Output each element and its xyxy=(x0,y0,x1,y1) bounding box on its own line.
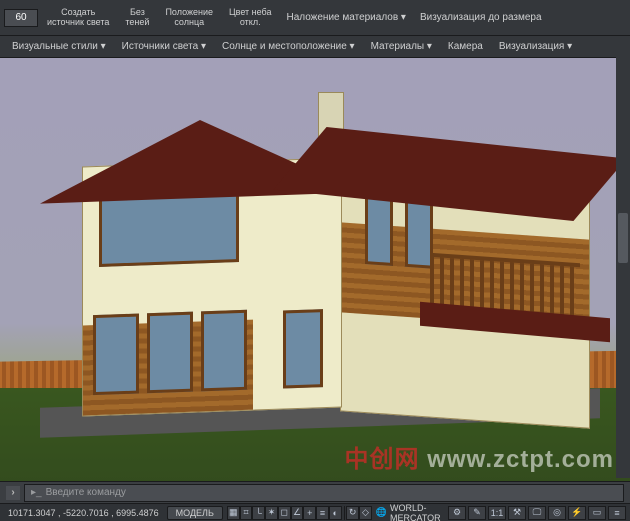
command-placeholder: Введите команду xyxy=(46,487,126,498)
sky-color-button[interactable]: Цвет неба откл. xyxy=(222,5,279,31)
track-icon[interactable]: ∠ xyxy=(291,506,304,520)
materials-group[interactable]: Материалы ▾ xyxy=(365,39,438,54)
3dosnap-icon[interactable]: ◇ xyxy=(359,506,372,520)
monitor-icon[interactable]: 🖵 xyxy=(528,506,546,520)
clean-icon[interactable]: ▭ xyxy=(588,506,606,520)
create-light-button[interactable]: Создать источник света xyxy=(40,5,116,31)
label: Визуализация до размера xyxy=(420,12,542,23)
camera-group[interactable]: Камера xyxy=(442,39,489,54)
label: Наложение материалов ▾ xyxy=(287,12,406,23)
btn-line2: откл. xyxy=(240,18,261,28)
osnap-icon[interactable]: ◻ xyxy=(278,506,291,520)
btn-line2: источник света xyxy=(47,18,109,28)
space-toggle[interactable]: МОДЕЛЬ xyxy=(167,506,223,520)
viewport-3d[interactable]: 中创网 www.zctpt.com xyxy=(0,58,630,500)
sun-position-button[interactable]: Положение солнца xyxy=(158,5,220,31)
ribbon-top: 60 Создать источник света Без теней Поло… xyxy=(0,0,630,36)
anno-icon[interactable]: ✎ xyxy=(468,506,486,520)
polar-icon[interactable]: ✶ xyxy=(265,506,278,520)
command-input[interactable]: ▸_ Введите команду xyxy=(24,484,624,502)
btn-line2: солнца xyxy=(174,18,204,28)
coord-system-label[interactable]: WORLD-MERCATOR xyxy=(390,503,444,521)
render-size-dropdown[interactable]: Визуализация до размера xyxy=(414,10,548,25)
ann-scale-icon[interactable]: ⚙ xyxy=(448,506,466,520)
light-sources-group[interactable]: Источники света ▾ xyxy=(116,39,212,54)
shadows-button[interactable]: Без теней xyxy=(118,5,156,31)
scale-label[interactable]: 1:1 xyxy=(488,506,506,520)
sun-location-group[interactable]: Солнце и местоположение ▾ xyxy=(216,39,361,54)
ortho-icon[interactable]: └ xyxy=(252,506,265,520)
globe-icon: 🌐 xyxy=(376,507,387,518)
isolate-icon[interactable]: ◎ xyxy=(548,506,566,520)
status-bar: 10171.3047 , -5220.7016 , 6995.4876 МОДЕ… xyxy=(0,503,630,521)
transparency-icon[interactable]: ◐ xyxy=(329,506,342,520)
hw-accel-icon[interactable]: ⚡ xyxy=(568,506,586,520)
materials-overlay-dropdown[interactable]: Наложение материалов ▾ xyxy=(281,10,412,25)
ribbon-panel-labels: Визуальные стили ▾ Источники света ▾ Сол… xyxy=(0,36,630,58)
dyn-icon[interactable]: + xyxy=(303,506,316,520)
coordinate-readout: 10171.3047 , -5220.7016 , 6995.4876 xyxy=(0,508,167,518)
custom-icon[interactable]: ≡ xyxy=(608,506,626,520)
grid-icon[interactable]: ▦ xyxy=(227,506,240,520)
prompt-icon: ▸_ xyxy=(31,487,42,498)
command-history-button[interactable]: › xyxy=(6,486,20,500)
command-bar: › ▸_ Введите команду xyxy=(0,481,630,503)
snap-icon[interactable]: ⌗ xyxy=(240,506,253,520)
visualization-group[interactable]: Визуализация ▾ xyxy=(493,39,578,54)
visual-styles-group[interactable]: Визуальные стили ▾ xyxy=(6,39,112,54)
cycle-icon[interactable]: ↻ xyxy=(346,506,359,520)
workspace-icon[interactable]: ⚒ xyxy=(508,506,526,520)
btn-line2: теней xyxy=(125,18,149,28)
vertical-scrollbar[interactable] xyxy=(616,36,630,478)
lwt-icon[interactable]: ≡ xyxy=(316,506,329,520)
exposure-value[interactable]: 60 xyxy=(4,9,38,27)
